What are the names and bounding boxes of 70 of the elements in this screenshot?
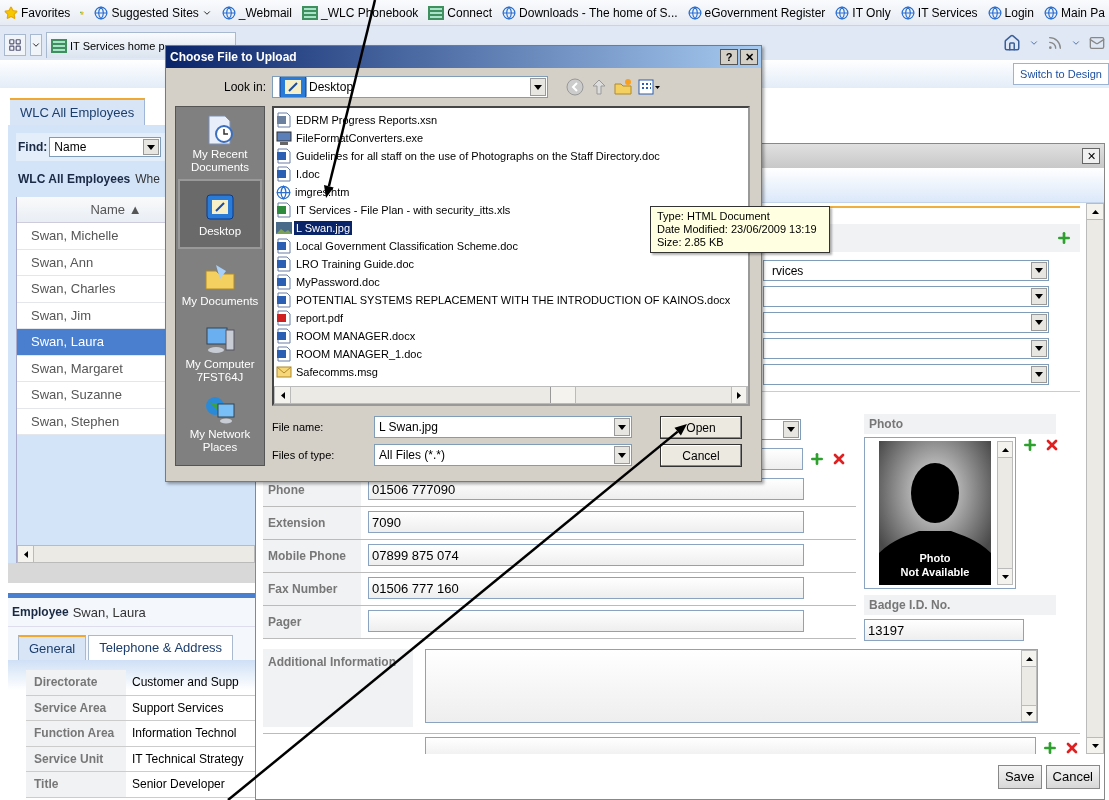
file-item[interactable]: Local Government Classification Scheme.doc — [294, 239, 520, 253]
favorite-link[interactable]: Downloads - The home of S... — [502, 5, 678, 20]
field-label: Title — [26, 772, 126, 797]
field-label: Additional Information — [263, 649, 413, 727]
field-label: Badge I.D. No. — [864, 595, 1056, 615]
file-tooltip: Type: HTML Document Date Modified: 23/06/2009 13:19 Size: 2.85 KB — [650, 206, 830, 253]
open-button[interactable]: Open — [660, 416, 742, 439]
favorite-link[interactable]: _Webmail — [221, 5, 292, 20]
field-label: Fax Number — [263, 573, 361, 605]
list-heading-condition: Whe — [135, 172, 160, 186]
help-button[interactable]: ? — [720, 49, 738, 65]
look-in-label: Look in: — [224, 80, 267, 94]
field-value: IT Technical Strategy — [131, 751, 244, 766]
file-name-label: File name: — [272, 421, 325, 433]
field-label: Service Unit — [26, 746, 126, 771]
panel-tab[interactable]: WLC All Employees — [10, 98, 146, 125]
favorite-link[interactable]: IT Services — [900, 5, 978, 20]
field-value: Information Technol — [131, 726, 237, 741]
file-item[interactable]: IT Services - File Plan - with security_itts.xls — [294, 203, 513, 217]
file-item[interactable]: I.doc — [294, 167, 322, 181]
switch-to-design-link[interactable]: Switch to Design — [1013, 63, 1109, 85]
favorite-link[interactable]: eGovernment Register — [687, 5, 826, 20]
file-item[interactable]: ROOM MANAGER.docx — [294, 329, 418, 343]
find-dropdown[interactable]: Name — [49, 137, 162, 157]
list-heading: WLC All Employees — [18, 172, 131, 186]
file-item[interactable]: L Swan.jpg — [294, 221, 353, 235]
field-value: Support Services — [131, 700, 224, 715]
favorite-link[interactable]: Login — [987, 5, 1034, 20]
file-item[interactable]: MyPassword.doc — [294, 275, 382, 289]
input-field[interactable]: 07899 875 074 — [368, 544, 804, 566]
photo-caption: Photo Not Available — [899, 551, 971, 579]
cancel-button[interactable]: Cancel — [660, 444, 742, 467]
file-type-dropdown[interactable]: All Files (*.*) — [374, 444, 632, 466]
file-item[interactable]: report.pdf — [294, 311, 346, 325]
employee-label: Employee — [12, 605, 69, 619]
employee-name: Swan, Laura — [72, 604, 146, 620]
detail-tab[interactable]: Telephone & Address — [88, 635, 234, 660]
input-field[interactable]: 7090 — [368, 511, 804, 533]
file-name-field[interactable]: L Swan.jpg — [374, 416, 632, 438]
place-item[interactable]: Desktop — [178, 179, 262, 249]
favorite-link[interactable]: Main Pa — [1043, 5, 1105, 20]
place-item[interactable]: My Recent Documents — [178, 109, 262, 179]
file-item[interactable]: ROOM MANAGER_1.doc — [294, 347, 424, 361]
file-item[interactable]: POTENTIAL SYSTEMS REPLACEMENT WITH THE INTRODUCTION OF KAINOS.docx — [294, 293, 733, 307]
find-label: Find: — [18, 140, 48, 154]
field-value: Senior Developer — [131, 777, 225, 792]
favorite-link[interactable]: Connect — [428, 5, 493, 20]
close-button[interactable]: ✕ — [740, 49, 758, 65]
look-in-dropdown[interactable]: Desktop — [272, 76, 549, 98]
field-value: Customer and Supp — [131, 675, 239, 690]
favorites-button[interactable]: Favorites — [4, 5, 71, 20]
favorite-link[interactable]: IT Only — [835, 5, 891, 20]
cancel-button[interactable]: Cancel — [1045, 764, 1100, 789]
field-label: Photo — [864, 414, 1056, 434]
input-field[interactable]: 13197 — [864, 619, 1024, 641]
save-button[interactable]: Save — [997, 764, 1042, 789]
detail-tab[interactable]: General — [18, 635, 87, 660]
close-button[interactable]: ✕ — [1082, 148, 1100, 164]
field-label: Directorate — [26, 670, 126, 695]
field-label: Extension — [263, 507, 361, 539]
field-label: Pager — [263, 606, 361, 638]
dropdown[interactable]: rvices — [763, 260, 1049, 281]
field-label: Function Area — [26, 721, 126, 746]
input-field[interactable]: 01506 777 160 — [368, 577, 804, 599]
file-item[interactable]: LRO Training Guide.doc — [294, 257, 416, 271]
field-label: Service Area — [26, 695, 126, 720]
favorite-link[interactable]: Suggested Sites — [94, 5, 212, 20]
file-type-label: Files of type: — [272, 449, 336, 461]
file-item[interactable]: Safecomms.msg — [294, 365, 380, 379]
field-label: Mobile Phone — [263, 540, 361, 572]
